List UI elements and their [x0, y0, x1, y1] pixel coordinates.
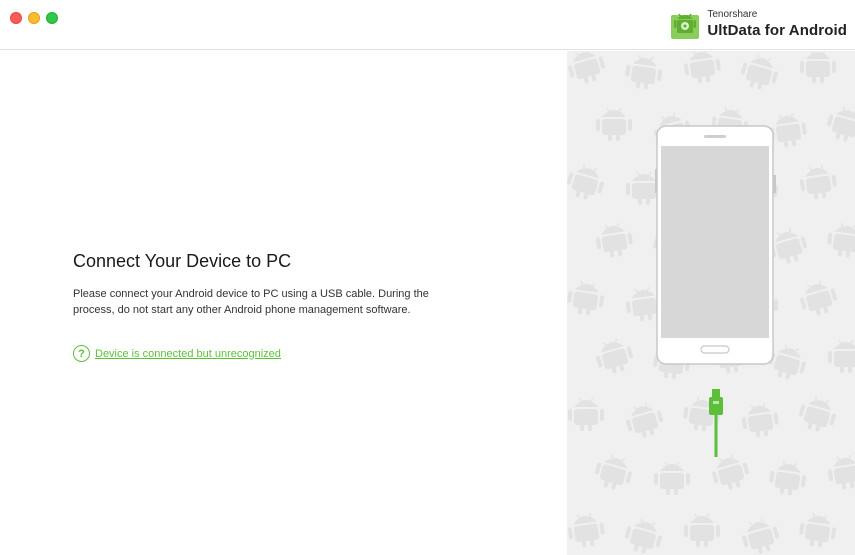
- unrecognized-device-link[interactable]: ? Device is connected but unrecognized: [73, 345, 281, 362]
- main-content: Connect Your Device to PC Please connect…: [0, 51, 567, 555]
- instructions-text: Please connect your Android device to PC…: [73, 288, 429, 316]
- zoom-button[interactable]: [46, 12, 58, 24]
- connection-illustration: [567, 51, 855, 555]
- brand-product: UltData for Android: [707, 22, 847, 39]
- usb-cable-icon: [709, 389, 723, 457]
- help-link-label[interactable]: Device is connected but unrecognized: [95, 348, 281, 360]
- android-logo-icon: [671, 13, 700, 39]
- app-window: Tenorshare UltData for Android Connect Y…: [0, 0, 855, 555]
- page-title: Connect Your Device to PC: [73, 251, 292, 271]
- brand: Tenorshare UltData for Android: [671, 9, 847, 39]
- brand-company: Tenorshare: [707, 9, 758, 20]
- question-circle-icon: ?: [73, 345, 90, 362]
- minimize-button[interactable]: [28, 12, 40, 24]
- title-bar: Tenorshare UltData for Android: [0, 0, 855, 50]
- window-controls: [10, 12, 58, 24]
- smartphone-icon: [655, 125, 776, 365]
- close-button[interactable]: [10, 12, 22, 24]
